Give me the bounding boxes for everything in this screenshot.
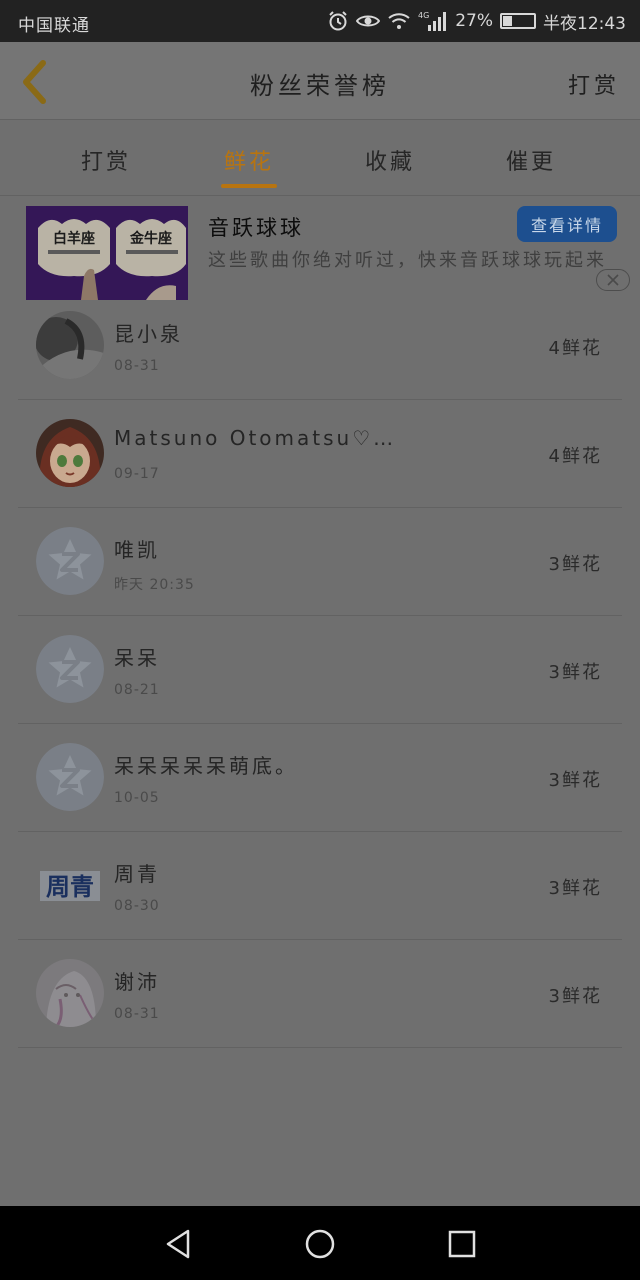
fan-date: 08-31 — [114, 358, 160, 374]
avatar[interactable] — [36, 419, 104, 487]
fan-name: 呆呆呆呆呆萌底。 — [114, 754, 298, 778]
recents-square-icon — [448, 1230, 476, 1258]
ad-description: 这些歌曲你绝对听过，快来音跃球球玩起来 — [208, 250, 607, 271]
signal-icon: 4G — [418, 10, 448, 32]
eye-icon — [356, 12, 381, 30]
page-title: 粉丝荣誉榜 — [250, 72, 390, 100]
avatar[interactable] — [36, 635, 104, 703]
list-item[interactable]: 周青 周青 08-30 3鲜花 — [0, 832, 640, 940]
avatar[interactable] — [36, 743, 104, 811]
status-time: 半夜12:43 — [543, 13, 626, 34]
active-tab-indicator — [221, 184, 277, 188]
avatar[interactable] — [36, 527, 104, 595]
avatar[interactable] — [36, 311, 104, 379]
nav-back-button[interactable] — [156, 1222, 200, 1266]
ad-image-label-aries: 白羊座 — [53, 230, 95, 247]
tab-bar: 打赏 鲜花 收藏 催更 — [0, 120, 640, 196]
tab-favorites[interactable]: 收藏 — [335, 144, 445, 176]
wifi-icon — [387, 12, 411, 30]
flower-count: 3鲜花 — [548, 554, 602, 575]
view-details-button[interactable]: 查看详情 — [517, 206, 617, 242]
alarm-icon — [327, 10, 349, 32]
fan-name: 呆呆 — [114, 646, 160, 670]
flower-count: 3鲜花 — [548, 770, 602, 791]
tab-flowers[interactable]: 鲜花 — [194, 144, 304, 176]
battery-percent: 27% — [455, 11, 493, 31]
avatar[interactable] — [36, 959, 104, 1027]
list-item[interactable]: 昆小泉 08-31 4鲜花 — [0, 292, 640, 400]
status-bar: 中国联通 4G 27% 半夜12:43 — [0, 0, 640, 42]
ad-title: 音跃球球 — [208, 216, 304, 240]
avatar-text: 周青 — [46, 873, 94, 901]
system-nav-bar — [0, 1206, 640, 1280]
list-item[interactable]: 呆呆呆呆呆萌底。 10-05 3鲜花 — [0, 724, 640, 832]
flower-count: 3鲜花 — [548, 986, 602, 1007]
battery-level — [503, 16, 512, 26]
nav-home-button[interactable] — [298, 1222, 342, 1266]
reward-button[interactable]: 打赏 — [568, 68, 620, 100]
fan-date: 08-30 — [114, 898, 160, 914]
fan-date: 08-31 — [114, 1006, 160, 1022]
network-type: 4G — [418, 11, 429, 20]
default-avatar-icon — [36, 743, 104, 811]
flower-count: 3鲜花 — [548, 662, 602, 683]
carrier-name: 中国联通 — [18, 16, 90, 36]
home-circle-icon — [305, 1229, 335, 1259]
ad-banner[interactable]: 白羊座 金牛座 音跃球球 这些歌曲你绝对听过，快来音跃球球玩起来 查看详情 — [0, 196, 640, 306]
list-item[interactable]: 唯凯 昨天 20:35 3鲜花 — [0, 508, 640, 616]
fan-name: 唯凯 — [114, 538, 160, 562]
nav-recents-button[interactable] — [440, 1222, 484, 1266]
fan-name: Matsuno Otomatsu♡… — [114, 426, 397, 450]
fan-date: 08-21 — [114, 682, 160, 698]
default-avatar-icon — [36, 635, 104, 703]
fan-date: 09-17 — [114, 466, 160, 482]
fan-name: 周青 — [114, 862, 160, 886]
flower-count: 4鲜花 — [548, 446, 602, 467]
fan-list: 昆小泉 08-31 4鲜花 Matsuno Otomatsu♡… 09-17 4… — [0, 292, 640, 1048]
back-triangle-icon — [166, 1229, 190, 1259]
avatar[interactable]: 周青 — [36, 851, 104, 919]
fan-name: 谢沛 — [114, 970, 160, 994]
default-avatar-icon — [36, 527, 104, 595]
ad-close-button[interactable] — [596, 269, 630, 291]
flower-count: 4鲜花 — [548, 338, 602, 359]
tab-urge-update[interactable]: 催更 — [476, 144, 586, 176]
header: 粉丝荣誉榜 打赏 — [0, 42, 640, 120]
flower-count: 3鲜花 — [548, 878, 602, 899]
ad-image[interactable]: 白羊座 金牛座 — [26, 206, 188, 300]
ad-image-label-taurus: 金牛座 — [129, 230, 172, 247]
list-item[interactable]: 谢沛 08-31 3鲜花 — [0, 940, 640, 1048]
battery-icon — [500, 13, 536, 29]
list-item[interactable]: 呆呆 08-21 3鲜花 — [0, 616, 640, 724]
fan-date: 10-05 — [114, 790, 160, 806]
fan-name: 昆小泉 — [114, 322, 183, 346]
close-icon — [607, 274, 619, 286]
fan-date: 昨天 20:35 — [114, 577, 195, 593]
tab-reward[interactable]: 打赏 — [51, 144, 161, 176]
list-item[interactable]: Matsuno Otomatsu♡… 09-17 4鲜花 — [0, 400, 640, 508]
